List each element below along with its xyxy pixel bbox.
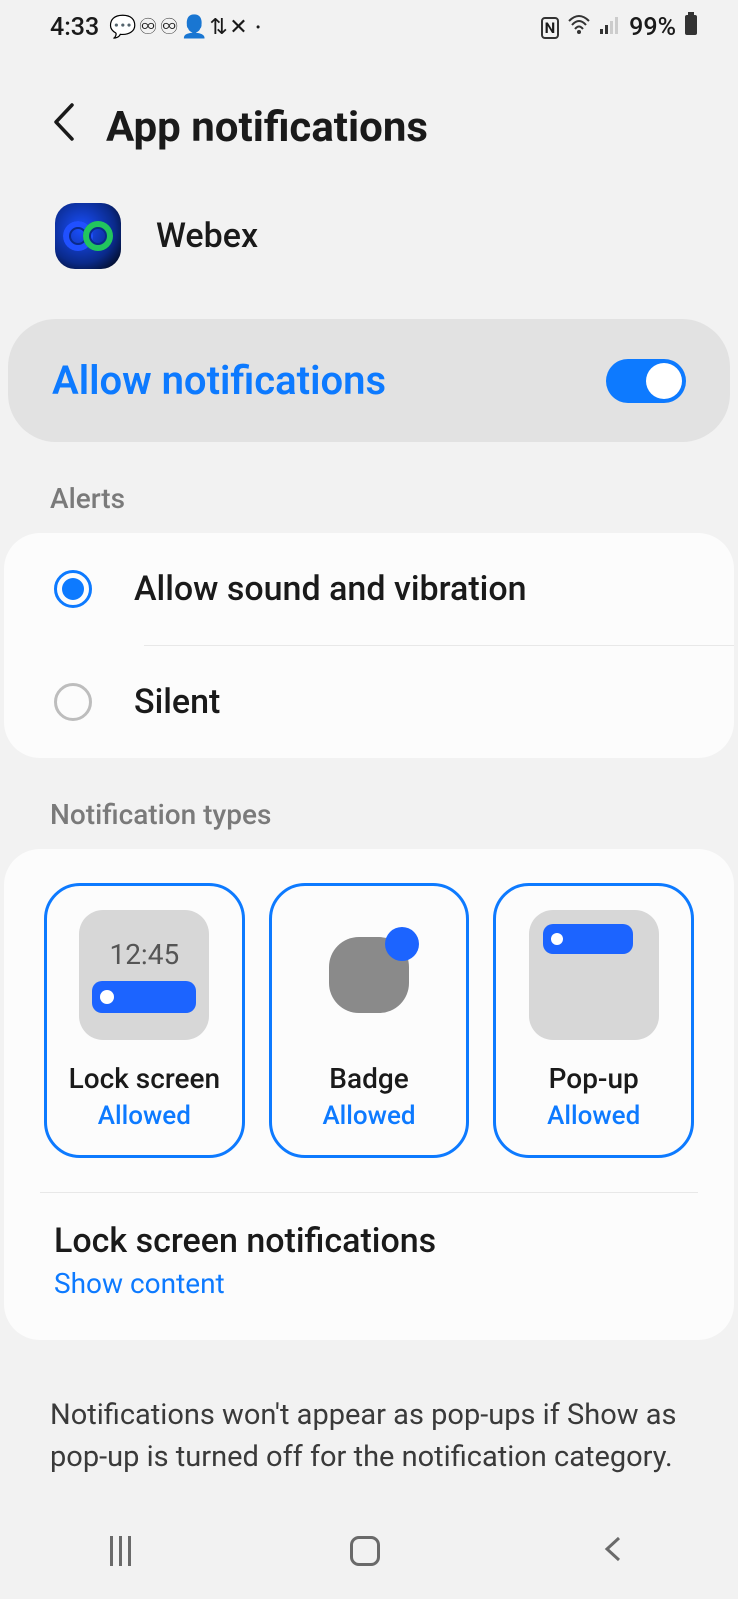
page-title: App notifications — [106, 103, 428, 152]
nfc-icon: N — [541, 17, 560, 39]
tile-status: Allowed — [98, 1101, 191, 1131]
battery-icon — [684, 12, 698, 43]
type-tile-lock-screen[interactable]: 12:45 Lock screen Allowed — [44, 883, 245, 1158]
divider — [40, 1192, 698, 1193]
alert-option-label: Allow sound and vibration — [134, 569, 527, 609]
nav-back-button[interactable] — [599, 1534, 629, 1568]
lock-screen-preview-icon: 12:45 — [79, 910, 209, 1040]
tile-title: Lock screen — [69, 1062, 220, 1095]
alert-option-label: Silent — [134, 682, 220, 722]
app-icon — [55, 203, 121, 269]
tile-status: Allowed — [322, 1101, 415, 1131]
footer-note: Notifications won't appear as pop-ups if… — [0, 1340, 738, 1478]
status-time: 4:33 — [50, 13, 99, 42]
lock-screen-notifications-subtitle: Show content — [54, 1267, 684, 1300]
wifi-icon — [567, 13, 591, 42]
status-notification-icons: 💬 ♾ ♾ 👤 ⇅ ✕ — [109, 15, 245, 40]
lock-screen-notifications-row[interactable]: Lock screen notifications Show content — [44, 1221, 694, 1300]
nav-home-button[interactable] — [350, 1536, 380, 1566]
status-bar: 4:33 💬 ♾ ♾ 👤 ⇅ ✕ • N 99% — [0, 0, 738, 51]
alert-option-silent[interactable]: Silent — [4, 646, 734, 758]
status-dot-icon: • — [256, 20, 261, 36]
type-tile-badge[interactable]: Badge Allowed — [269, 883, 470, 1158]
type-tile-popup[interactable]: Pop-up Allowed — [493, 883, 694, 1158]
alerts-card: Allow sound and vibration Silent — [4, 533, 734, 758]
allow-notifications-row[interactable]: Allow notifications — [8, 319, 730, 442]
preview-time: 12:45 — [109, 938, 179, 971]
system-nav-bar — [0, 1503, 738, 1599]
popup-preview-icon — [529, 910, 659, 1040]
section-header-types: Notification types — [0, 758, 738, 849]
radio-selected-icon — [54, 570, 92, 608]
radio-unselected-icon — [54, 683, 92, 721]
tile-status: Allowed — [547, 1101, 640, 1131]
tile-title: Pop-up — [549, 1062, 639, 1095]
signal-icon — [599, 13, 621, 42]
types-card: 12:45 Lock screen Allowed Badge Allowed … — [4, 849, 734, 1340]
back-icon[interactable] — [50, 101, 76, 153]
nav-recent-button[interactable] — [110, 1536, 131, 1566]
lock-screen-notifications-title: Lock screen notifications — [54, 1221, 684, 1261]
page-header: App notifications — [0, 51, 738, 193]
badge-preview-icon — [304, 910, 434, 1040]
allow-notifications-label: Allow notifications — [52, 357, 386, 404]
app-row: Webex — [0, 193, 738, 319]
section-header-alerts: Alerts — [0, 442, 738, 533]
battery-percent: 99% — [629, 13, 676, 42]
allow-notifications-toggle[interactable] — [606, 359, 686, 403]
app-name: Webex — [156, 216, 258, 256]
tile-title: Badge — [329, 1062, 408, 1095]
alert-option-sound-vibration[interactable]: Allow sound and vibration — [4, 533, 734, 645]
